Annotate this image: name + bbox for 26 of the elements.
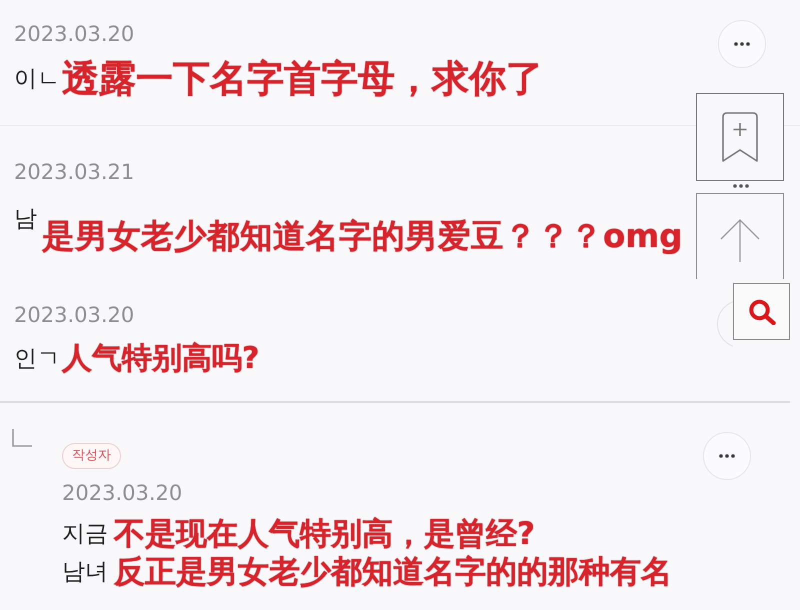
bookmark-button[interactable] (696, 93, 784, 181)
comment-text: 인ㄱ (14, 345, 60, 374)
more-icon (734, 42, 750, 46)
scroll-top-button[interactable] (696, 193, 784, 279)
comment-date: 2023.03.20 (62, 481, 182, 505)
comment-date: 2023.03.20 (14, 303, 134, 327)
up-arrow-icon (720, 218, 760, 262)
comment-text: 지금 (62, 520, 108, 549)
subtitle-text: 人气特别高吗? (62, 340, 260, 378)
search-button[interactable] (733, 283, 790, 340)
comment-text: 남녀 (62, 558, 108, 587)
more-button[interactable] (733, 184, 749, 188)
comment-date: 2023.03.21 (14, 160, 134, 184)
subtitle-text: 不是现在人气特别高，是曾经? (114, 515, 535, 553)
reply-corner-icon (12, 429, 32, 447)
more-icon (733, 184, 749, 188)
bookmark-plus-icon (722, 112, 758, 162)
subtitle-text: 反正是男女老少都知道名字的的那种有名 (114, 553, 672, 591)
subtitle-text: 是男女老少都知道名字的男爱豆？？？omg (42, 216, 682, 257)
search-icon (748, 298, 776, 324)
author-badge: 작성자 (62, 443, 121, 469)
subtitle-text: 透露一下名字首字母，求你了 (62, 56, 543, 102)
comment-date: 2023.03.20 (14, 22, 134, 46)
more-icon (719, 454, 735, 458)
comment-text: 이ㄴ (14, 65, 60, 94)
comment-text: 남 (14, 205, 37, 234)
